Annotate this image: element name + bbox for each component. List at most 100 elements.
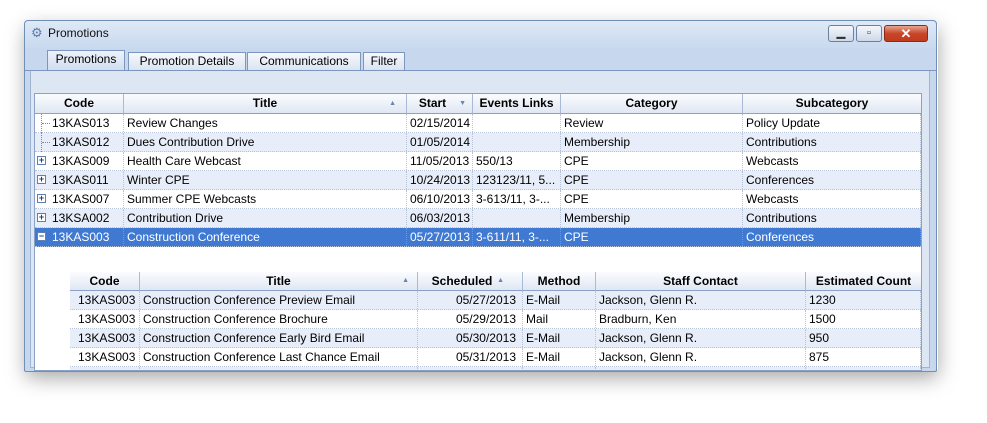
column-header-subcategory[interactable]: Subcategory — [743, 94, 921, 114]
tab-promotions[interactable]: Promotions — [47, 50, 125, 71]
cell-code: 13KAS007 — [49, 190, 124, 208]
cell-subcategory: Conferences — [743, 171, 921, 189]
subcell-code: 13KAS003 — [70, 329, 140, 347]
maximize-button[interactable]: ▫ — [856, 25, 882, 42]
subcell-scheduled: 05/31/2013 — [418, 348, 523, 366]
subtable-row[interactable]: 13KAS003 Construction Conference Last Cha… — [70, 348, 921, 367]
cell-title: Health Care Webcast — [124, 152, 407, 170]
cell-category: CPE — [561, 152, 743, 170]
cell-category: Review — [561, 114, 743, 132]
subcell-method: E-Mail — [523, 329, 596, 347]
column-header-start[interactable]: Start ▼ — [407, 94, 473, 114]
subcell-count: 1500 — [806, 310, 921, 328]
cell-start: 10/24/2013 — [407, 171, 473, 189]
cell-category: Membership — [561, 209, 743, 227]
cell-code: 13KAS013 — [49, 114, 124, 132]
column-header-events-links[interactable]: Events Links — [473, 94, 561, 114]
collapse-icon[interactable]: − — [37, 232, 46, 241]
subcell-count: 875 — [806, 348, 921, 366]
subcell-title: Construction Conference Brochure — [140, 310, 418, 328]
minimize-button[interactable]: ▁ — [828, 25, 854, 42]
cell-title: Contribution Drive — [124, 209, 407, 227]
subcolumn-header-method[interactable]: Method — [523, 272, 596, 291]
cell-events: 3-613/11, 3-... — [473, 190, 561, 208]
table-row[interactable]: +13KAS011 Winter CPE 10/24/2013 123123/11, … — [35, 171, 921, 190]
table-row[interactable]: 13KAS012 Dues Contribution Drive 01/05/201… — [35, 133, 921, 152]
subcell-contact: Jackson, Glenn R. — [596, 348, 806, 366]
sort-ascending-icon: ▲ — [402, 277, 409, 284]
window-title: Promotions — [48, 26, 109, 40]
subtable-row[interactable]: 13KAS003 Construction Conference Preview … — [70, 291, 921, 310]
column-header-code[interactable]: Code — [35, 94, 124, 114]
expand-icon[interactable]: + — [37, 194, 46, 203]
cell-events — [473, 133, 561, 151]
tab-promotion-details[interactable]: Promotion Details — [128, 52, 246, 70]
table-row[interactable]: +13KAS007 Summer CPE Webcasts 06/10/2013 3-… — [35, 190, 921, 209]
table-row[interactable]: +13KAS009 Health Care Webcast 11/05/2013 55… — [35, 152, 921, 171]
subcolumn-header-code[interactable]: Code — [70, 272, 140, 291]
sort-ascending-icon: ▲ — [497, 277, 504, 284]
expand-icon[interactable]: + — [37, 156, 46, 165]
subcell-code: 13KAS003 — [70, 310, 140, 328]
cell-start: 05/27/2013 — [407, 228, 473, 246]
cell-code: 13KAS011 — [49, 171, 124, 189]
cell-subcategory: Contributions — [743, 209, 921, 227]
subcolumn-header-staff-contact[interactable]: Staff Contact — [596, 272, 806, 291]
subcolumn-header-title[interactable]: Title ▲ — [140, 272, 418, 291]
subcell-method: Mail — [523, 310, 596, 328]
subcell-scheduled: 05/29/2013 — [418, 310, 523, 328]
cell-code: 13KAS009 — [49, 152, 124, 170]
close-icon: ✕ — [900, 26, 912, 41]
subcell-title: Construction Conference Early Bird Email — [140, 329, 418, 347]
subcolumn-header-estimated-count[interactable]: Estimated Count — [806, 272, 921, 291]
cell-subcategory: Webcasts — [743, 152, 921, 170]
tab-filter[interactable]: Filter — [363, 52, 405, 70]
cell-events: 3-611/11, 3-... — [473, 228, 561, 246]
subtable-row[interactable]: 13KAS003Construction Conference Pre-Even… — [70, 367, 921, 370]
column-header-category[interactable]: Category — [561, 94, 743, 114]
cell-start: 06/03/2013 — [407, 209, 473, 227]
subcell-code: 13KAS003 — [70, 291, 140, 309]
cell-subcategory: Policy Update — [743, 114, 921, 132]
subtable-row[interactable]: 13KAS003 Construction Conference Brochure… — [70, 310, 921, 329]
column-header-title[interactable]: Title ▲ — [124, 94, 407, 114]
cell-events: 123123/11, 5... — [473, 171, 561, 189]
cell-subcategory: Webcasts — [743, 190, 921, 208]
cell-category: CPE — [561, 228, 743, 246]
subcell-count: 950 — [806, 329, 921, 347]
subcell-contact: Jackson, Glenn R. — [596, 329, 806, 347]
table-row[interactable]: +13KSA002 Contribution Drive 06/03/2013 Mem… — [35, 209, 921, 228]
subcell-contact: Jackson, Glenn R. — [596, 367, 806, 370]
cell-title: Dues Contribution Drive — [124, 133, 407, 151]
table-row[interactable]: 13KAS013 Review Changes 02/15/2014 Review Po… — [35, 114, 921, 133]
subcell-code: 13KAS003 — [70, 348, 140, 366]
subcolumn-header-scheduled[interactable]: Scheduled ▲ — [418, 272, 523, 291]
expand-icon[interactable]: + — [37, 175, 46, 184]
subcell-method: E-Mail — [523, 367, 596, 370]
expand-icon[interactable]: + — [37, 213, 46, 222]
cell-start: 06/10/2013 — [407, 190, 473, 208]
tab-communications[interactable]: Communications — [247, 52, 361, 70]
promotions-grid: Code Title ▲ Start ▼ Events Links Catego… — [34, 93, 922, 371]
subcell-count: 135 — [806, 367, 921, 370]
table-row[interactable]: −13KAS003 Construction Conference 05/27/20… — [35, 228, 921, 247]
close-button[interactable]: ✕ — [884, 25, 928, 42]
subcell-title: Construction Conference Pre-Event Email — [140, 367, 418, 370]
title-bar[interactable]: ⚙ Promotions ▁ ▫ ✕ — [25, 21, 936, 49]
subcell-method: E-Mail — [523, 291, 596, 309]
cell-title: Summer CPE Webcasts — [124, 190, 407, 208]
subcell-contact: Bradburn, Ken — [596, 310, 806, 328]
subtable-row[interactable]: 13KAS003 Construction Conference Early Bi… — [70, 329, 921, 348]
cell-events: 550/13 — [473, 152, 561, 170]
subcell-scheduled: 06/03/2013 — [418, 367, 523, 370]
maximize-icon: ▫ — [867, 27, 871, 39]
cell-code: 13KAS003 — [49, 228, 124, 246]
gear-icon: ⚙ — [31, 25, 43, 40]
minimize-icon: ▁ — [836, 27, 846, 39]
cell-events — [473, 114, 561, 132]
cell-subcategory: Conferences — [743, 228, 921, 246]
cell-events — [473, 209, 561, 227]
subcell-title: Construction Conference Preview Email — [140, 291, 418, 309]
cell-start: 11/05/2013 — [407, 152, 473, 170]
subcell-count: 1230 — [806, 291, 921, 309]
